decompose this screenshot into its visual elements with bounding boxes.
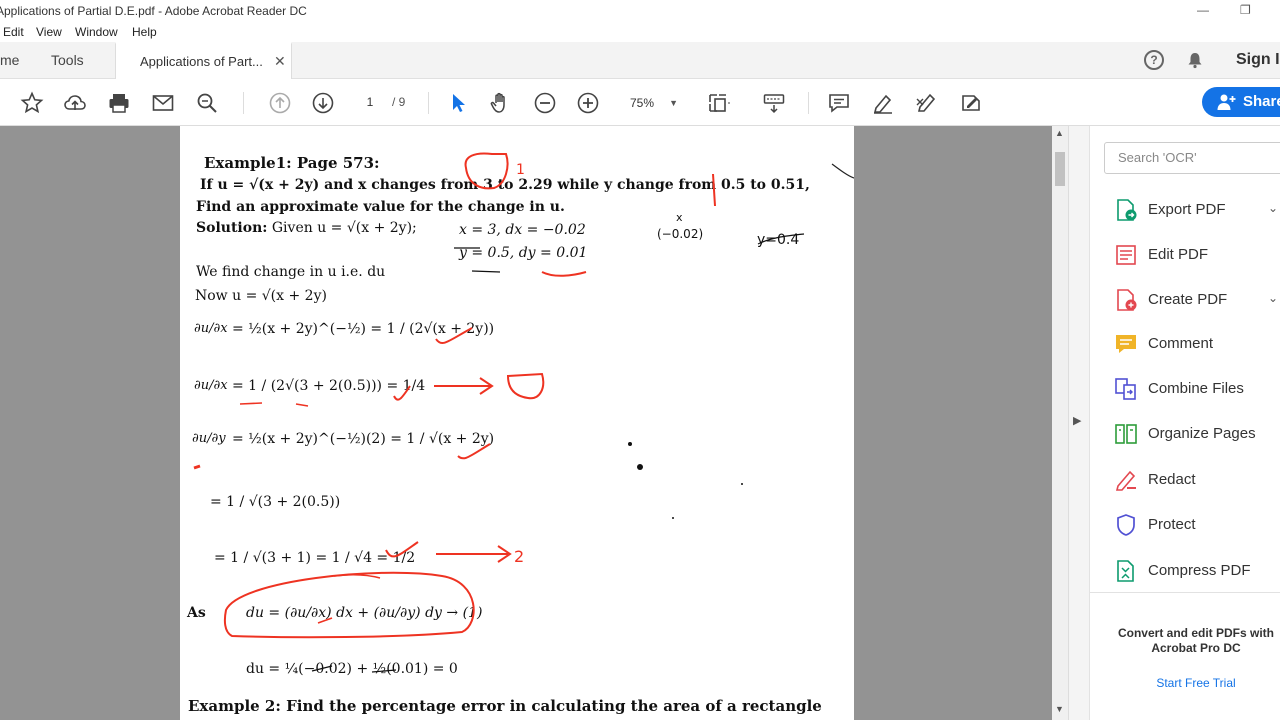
window-title: Applications of Partial D.E.pdf - Adobe … — [0, 4, 307, 18]
fit-page-icon[interactable] — [706, 91, 730, 115]
tool-organize-pages-label: Organize Pages — [1148, 425, 1256, 442]
ink-mark-1: 1 — [516, 162, 525, 178]
collapse-pane-icon[interactable]: ▶ — [1073, 414, 1081, 427]
handwritten-annotations: (−0.02) x y=0.4 1 2 — [193, 152, 854, 673]
shield-icon — [1117, 514, 1135, 536]
zoom-out-icon[interactable] — [533, 91, 557, 115]
tools-panel: Search 'OCR' Export PDF ⌄ Edit PDF Creat… — [1089, 126, 1280, 720]
chevron-down-icon: ▼ — [669, 98, 678, 108]
minimize-icon[interactable]: — — [1197, 3, 1209, 17]
note-x: x — [676, 211, 683, 224]
draw-sign-icon[interactable] — [914, 91, 938, 115]
select-pointer-icon[interactable] — [446, 91, 470, 115]
redact-icon — [1115, 470, 1136, 491]
menu-window[interactable]: Window — [75, 25, 118, 39]
scroll-down-icon[interactable]: ▼ — [1055, 704, 1064, 714]
document-viewer[interactable]: Example1: Page 573: If u = √(x + 2y) and… — [0, 126, 1068, 720]
vertical-scrollbar[interactable]: ▲ ▼ — [1052, 126, 1068, 720]
tool-edit-pdf-label: Edit PDF — [1148, 246, 1209, 263]
tools-search-input[interactable]: Search 'OCR' — [1104, 142, 1280, 174]
hand-tool-icon[interactable] — [488, 91, 512, 115]
scroll-up-icon[interactable]: ▲ — [1055, 128, 1064, 138]
chevron-down-icon[interactable]: ⌄ — [1268, 201, 1278, 215]
share-button-label: Share — [1243, 93, 1280, 110]
page-total: / 9 — [392, 95, 406, 109]
panel-divider — [1090, 592, 1280, 593]
menu-edit[interactable]: Edit — [3, 25, 24, 39]
comment-tool-icon[interactable] — [827, 91, 851, 115]
star-icon[interactable] — [20, 91, 44, 115]
title-bar: Applications of Partial D.E.pdf - Adobe … — [0, 0, 1280, 22]
page-number-input[interactable]: 1 — [355, 92, 385, 112]
email-icon[interactable] — [151, 91, 175, 115]
menu-view[interactable]: View — [36, 25, 62, 39]
restore-icon[interactable]: ❐ — [1240, 3, 1251, 17]
highlight-pen-icon[interactable] — [871, 91, 895, 115]
zoom-select[interactable]: 75% ▼ — [620, 92, 686, 114]
pdf-page: Example1: Page 573: If u = √(x + 2y) and… — [180, 126, 854, 720]
help-icon[interactable]: ? — [1144, 50, 1164, 70]
zoom-value: 75% — [630, 96, 655, 110]
tool-comment-label: Comment — [1148, 335, 1214, 352]
export-pdf-icon — [1117, 199, 1137, 221]
scrollbar-thumb[interactable] — [1055, 152, 1065, 186]
next-page-icon[interactable] — [311, 91, 335, 115]
tab-tools[interactable]: Tools — [51, 52, 84, 68]
compress-pdf-icon — [1117, 560, 1134, 582]
create-pdf-icon — [1117, 289, 1137, 311]
close-icon[interactable]: ✕ — [274, 53, 286, 70]
share-button[interactable]: Share — [1202, 87, 1280, 117]
previous-page-icon[interactable] — [268, 91, 292, 115]
menu-bar: Edit View Window Help — [0, 22, 1280, 42]
zoom-in-icon[interactable] — [576, 91, 600, 115]
tab-document[interactable]: Applications of Part... ✕ — [115, 42, 292, 79]
tool-compress-pdf-label: Compress PDF — [1148, 562, 1251, 579]
tool-combine-files-label: Combine Files — [1148, 380, 1244, 397]
tab-bar: me Tools Applications of Part... ✕ ? Sig… — [0, 42, 1280, 79]
tool-protect-label: Protect — [1148, 516, 1196, 533]
menu-help[interactable]: Help — [132, 25, 157, 39]
bell-icon[interactable] — [1186, 51, 1204, 69]
tools-pane: ▶ Search 'OCR' Export PDF ⌄ Edit PDF Cre… — [1068, 126, 1280, 720]
combine-files-icon — [1115, 378, 1136, 400]
sign-in-link[interactable]: Sign I — [1236, 51, 1280, 69]
add-user-icon — [1217, 94, 1236, 110]
comment-icon — [1116, 335, 1136, 353]
fill-sign-icon[interactable] — [958, 91, 982, 115]
organize-pages-icon — [1115, 424, 1137, 444]
tab-home[interactable]: me — [0, 52, 19, 68]
print-icon[interactable] — [107, 91, 131, 115]
zoom-search-icon[interactable] — [195, 91, 219, 115]
toolbar: 1 / 9 75% ▼ — [0, 80, 1280, 126]
start-free-trial-link[interactable]: Start Free Trial — [1116, 676, 1276, 690]
toolbar-divider — [243, 92, 244, 114]
toolbar-divider — [808, 92, 809, 114]
ink-mark-2: 2 — [514, 547, 524, 566]
keyboard-tools-icon[interactable] — [762, 91, 786, 115]
tab-document-label: Applications of Part... — [140, 54, 263, 69]
tool-create-pdf-label: Create PDF — [1148, 291, 1228, 308]
tool-export-pdf-label: Export PDF — [1148, 201, 1226, 218]
edit-pdf-icon — [1116, 245, 1136, 265]
tool-redact-label: Redact — [1148, 471, 1196, 488]
upload-cloud-icon[interactable] — [63, 91, 87, 115]
note-dx: (−0.02) — [657, 227, 703, 241]
note-y: y=0.4 — [757, 232, 799, 248]
promo-text: Convert and edit PDFs with Acrobat Pro D… — [1117, 626, 1274, 655]
toolbar-divider — [428, 92, 429, 114]
chevron-down-icon[interactable]: ⌄ — [1268, 291, 1278, 305]
